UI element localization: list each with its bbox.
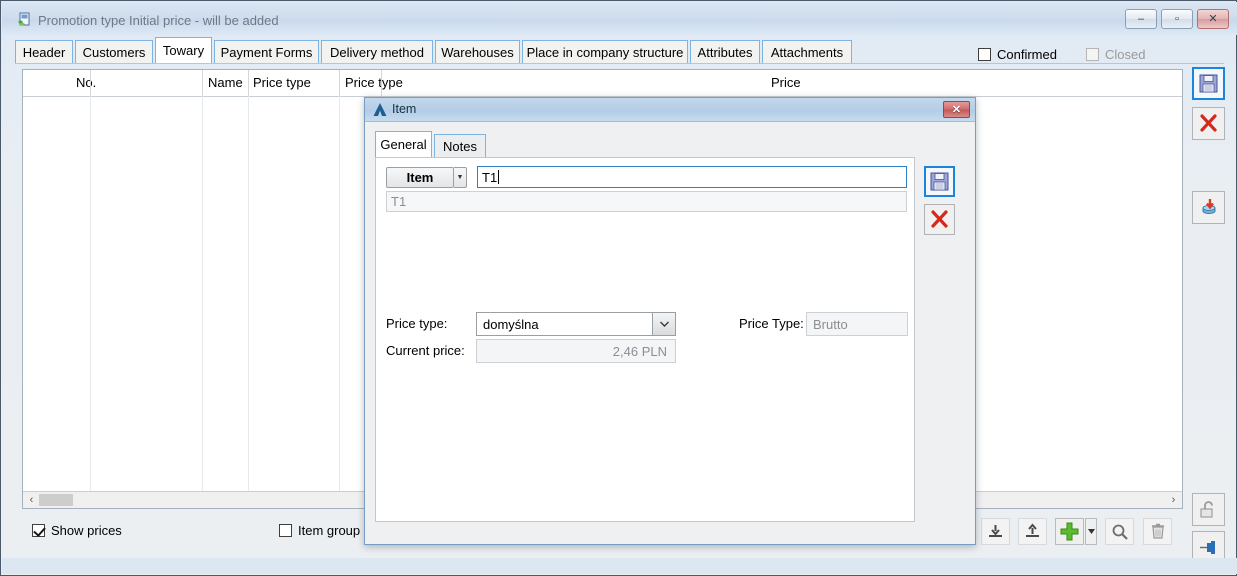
database-button[interactable] (1192, 191, 1225, 224)
dialog-body: General Notes Item ▼ T1 T1 Price type: d… (366, 122, 974, 543)
tab-delivery-method[interactable]: Delivery method (321, 40, 433, 64)
item-input-value: T1 (482, 169, 498, 185)
minimize-button[interactable]: – (1125, 9, 1157, 29)
dialog-cancel-button[interactable] (924, 204, 955, 235)
scroll-left-arrow[interactable]: ‹ (24, 492, 39, 507)
document-leaf-icon (17, 12, 32, 27)
chevron-down-icon[interactable] (652, 312, 676, 336)
dialog-save-button[interactable] (924, 166, 955, 197)
scroll-right-arrow[interactable]: › (1166, 492, 1181, 507)
tab-attachments[interactable]: Attachments (762, 40, 852, 64)
search-button[interactable] (1105, 518, 1134, 545)
grid-column-name[interactable]: Name (208, 75, 243, 90)
database-arrow-icon (1202, 198, 1215, 214)
scrollbar-thumb[interactable] (39, 494, 73, 506)
trash-icon (1151, 523, 1164, 539)
grid-column-price-type[interactable]: Price type (253, 75, 311, 90)
grid-gridline (248, 96, 249, 493)
tab-warehouses[interactable]: Warehouses (435, 40, 520, 64)
application-window: Promotion type Initial price - will be a… (0, 0, 1237, 576)
dialog-tab-general[interactable]: General (375, 131, 432, 158)
tab-attributes[interactable]: Attributes (690, 40, 760, 64)
item-group-label: Item group (298, 523, 361, 538)
pin-icon (1200, 541, 1215, 554)
dialog-close-button[interactable]: ✕ (943, 101, 970, 118)
confirmed-checkbox[interactable]: Confirmed (978, 47, 1057, 62)
item-lookup-button[interactable]: Item (386, 167, 454, 188)
grid-column-no[interactable]: No. (76, 75, 96, 90)
closed-checkbox-box (1086, 48, 1099, 61)
window-title-bar: Promotion type Initial price - will be a… (2, 2, 1237, 35)
save-button[interactable] (1192, 67, 1225, 100)
dialog-title: Item (392, 102, 417, 116)
add-button[interactable] (1055, 518, 1084, 545)
tab-header[interactable]: Header (15, 40, 73, 64)
window-title: Promotion type Initial price - will be a… (38, 13, 279, 28)
show-prices-checkbox[interactable]: Show prices (32, 523, 122, 538)
closed-checkbox: Closed (1086, 47, 1145, 62)
price-type-label: Price type: (386, 316, 448, 331)
price-type-select[interactable]: domyślna (476, 312, 676, 336)
current-price-field: 2,46 PLN (476, 339, 676, 363)
green-plus-icon (1060, 522, 1079, 541)
price-type-2-label: Price Type: (739, 316, 804, 331)
grid-gridline (90, 96, 91, 493)
arrow-up-out-of-tray-icon (1026, 523, 1039, 537)
delete-button[interactable] (1143, 518, 1172, 545)
arrow-down-into-tray-icon (989, 525, 1002, 537)
grid-header-row: No. Name Price type Price type Price (23, 70, 1182, 97)
red-x-icon (931, 210, 948, 228)
blue-triangle-icon (373, 103, 387, 116)
maximize-button[interactable]: ▫ (1161, 9, 1193, 29)
item-dropdown-button[interactable]: ▼ (454, 167, 467, 188)
tab-payment-forms[interactable]: Payment Forms (214, 40, 319, 64)
right-toolbar (1190, 65, 1232, 565)
floppy-disk-icon (930, 172, 949, 191)
show-prices-label: Show prices (51, 523, 122, 538)
add-dropdown-button[interactable] (1085, 518, 1097, 545)
item-group-checkbox[interactable]: Item group (279, 523, 360, 538)
price-type-2-field: Brutto (806, 312, 908, 336)
chevron-down-icon (1087, 529, 1095, 534)
dialog-title-bar: Item ✕ (365, 98, 975, 122)
item-group-checkbox-box (279, 524, 292, 537)
tab-towary[interactable]: Towary (155, 37, 212, 64)
text-caret (498, 170, 500, 184)
tab-bar-divider (15, 63, 1224, 64)
grid-gridline (202, 96, 203, 493)
price-type-value: domyślna (483, 316, 539, 332)
open-padlock-icon (1200, 501, 1213, 518)
import-button[interactable] (981, 518, 1010, 545)
floppy-disk-icon (1199, 74, 1218, 93)
closed-label: Closed (1105, 47, 1146, 62)
dialog-tab-notes[interactable]: Notes (434, 134, 486, 158)
confirmed-label: Confirmed (997, 47, 1057, 62)
tab-place-in-company-structure[interactable]: Place in company structure (522, 40, 688, 64)
show-prices-checkbox-box (32, 524, 45, 537)
grid-column-price[interactable]: Price (771, 75, 801, 90)
item-description-field: T1 (386, 191, 907, 212)
item-dialog: Item ✕ General Notes Item ▼ T1 T1 Price … (364, 97, 976, 545)
export-button[interactable] (1018, 518, 1047, 545)
red-x-icon (1200, 114, 1217, 132)
magnifier-icon (1112, 524, 1128, 540)
dialog-general-panel: Item ▼ T1 T1 Price type: domyślna Curren… (375, 157, 915, 522)
grid-column-price-type-2[interactable]: Price type (345, 75, 403, 90)
unlock-button[interactable] (1192, 493, 1225, 526)
confirmed-checkbox-box (978, 48, 991, 61)
cancel-button[interactable] (1192, 107, 1225, 140)
current-price-label: Current price: (386, 343, 465, 358)
item-input[interactable]: T1 (477, 166, 907, 188)
status-bar (2, 558, 1237, 574)
close-button[interactable]: ✕ (1197, 9, 1229, 29)
tab-customers[interactable]: Customers (75, 40, 153, 64)
grid-gridline (339, 96, 340, 493)
window-controls: – ▫ ✕ (1125, 9, 1229, 29)
